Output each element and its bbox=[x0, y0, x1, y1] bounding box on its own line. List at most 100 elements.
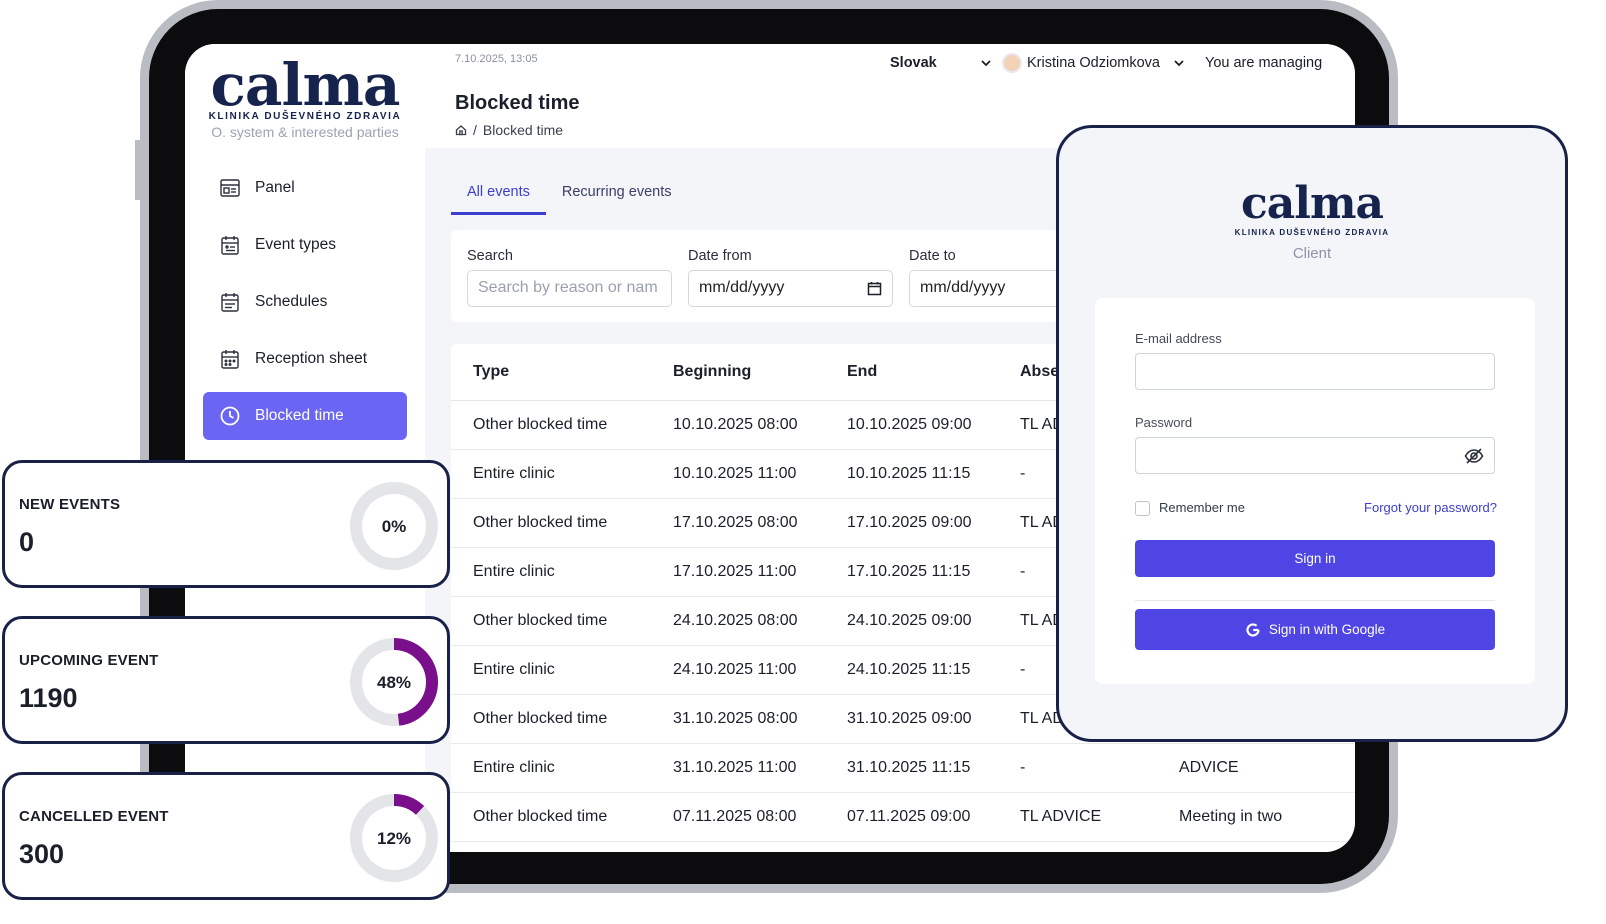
logo-subtitle: KLINIKA DUŠEVNÉHO ZDRAVIA bbox=[208, 111, 402, 122]
remember-label: Remember me bbox=[1159, 500, 1245, 515]
cell-end: 10.10.2025 11:15 bbox=[825, 449, 998, 499]
user-menu[interactable]: Kristina Odziomkova bbox=[1027, 55, 1160, 71]
email-field[interactable] bbox=[1135, 353, 1495, 390]
sidebar-item-reception-sheet[interactable]: Reception sheet bbox=[203, 335, 407, 383]
schedule-icon bbox=[221, 293, 239, 312]
cell-beginning: 10.10.2025 08:00 bbox=[651, 400, 825, 450]
topbar: 7.10.2025, 13:05 Slovak Kristina Odziomk… bbox=[425, 44, 1355, 82]
tab-all-events[interactable]: All events bbox=[451, 174, 546, 215]
breadcrumb-separator: / bbox=[473, 122, 477, 138]
cell-absence: TL ADVICE bbox=[998, 792, 1157, 842]
cell-type: Other blocked time bbox=[451, 498, 651, 548]
cell-type: Entire clinic bbox=[451, 547, 651, 597]
stat-label: NEW EVENTS bbox=[19, 496, 121, 513]
stat-card-cancelled-event[interactable]: CANCELLED EVENT 300 12% bbox=[2, 772, 450, 900]
google-sign-in-label: Sign in with Google bbox=[1268, 622, 1386, 637]
cell-type: Other blocked time bbox=[451, 596, 651, 646]
password-field[interactable] bbox=[1135, 437, 1495, 474]
composite-stage: calma KLINIKA DUŠEVNÉHO ZDRAVIA O. syste… bbox=[0, 0, 1606, 924]
cell-end: 24.10.2025 09:00 bbox=[825, 596, 998, 646]
cell-end: 24.10.2025 11:15 bbox=[825, 645, 998, 695]
sidebar-item-label: Panel bbox=[255, 179, 295, 196]
logo[interactable]: calma KLINIKA DUŠEVNÉHO ZDRAVIA O. syste… bbox=[185, 44, 425, 152]
login-subtitle: Client bbox=[1292, 245, 1332, 262]
cell-beginning: 17.10.2025 11:00 bbox=[651, 547, 825, 597]
stat-card-upcoming-event[interactable]: UPCOMING EVENT 1190 48% bbox=[2, 616, 450, 744]
sidebar-item-label: Schedules bbox=[255, 293, 328, 310]
divider bbox=[1135, 600, 1495, 601]
sidebar-item-schedules[interactable]: Schedules bbox=[203, 278, 407, 326]
avatar[interactable] bbox=[1002, 53, 1022, 73]
breadcrumb: / Blocked time bbox=[455, 122, 563, 138]
reception-icon bbox=[221, 350, 239, 369]
login-form: E-mail address Password Remember me Forg… bbox=[1095, 298, 1535, 684]
donut-percent: 48% bbox=[377, 673, 411, 692]
current-datetime: 7.10.2025, 13:05 bbox=[455, 53, 538, 65]
donut-percent: 12% bbox=[377, 829, 411, 848]
sidebar-item-panel[interactable]: Panel bbox=[203, 164, 407, 212]
chevron-down-icon[interactable] bbox=[980, 57, 992, 69]
search-label: Search bbox=[467, 248, 513, 264]
sidebar-item-blocked-time[interactable]: Blocked time bbox=[203, 392, 407, 440]
eye-off-icon[interactable] bbox=[1464, 447, 1484, 465]
cell-type: Other blocked time bbox=[451, 400, 651, 450]
date-from-value: mm/dd/yyyy bbox=[699, 279, 785, 296]
cell-absence: - bbox=[998, 743, 1157, 793]
forgot-password-link[interactable]: Forgot your password? bbox=[1364, 500, 1497, 515]
sidebar-item-event-types[interactable]: Event types bbox=[203, 221, 407, 269]
search-input[interactable]: Search by reason or nam bbox=[467, 270, 672, 307]
managing-label: You are managing bbox=[1205, 55, 1323, 71]
stat-card-new-events[interactable]: NEW EVENTS 0 0% bbox=[2, 460, 450, 588]
column-header: End bbox=[825, 344, 998, 401]
stat-label: UPCOMING EVENT bbox=[19, 652, 159, 669]
sidebar-nav: Panel Event types Schedules Reception sh… bbox=[203, 164, 407, 449]
language-select[interactable]: Slovak bbox=[890, 55, 937, 71]
cell-type: Other blocked time bbox=[451, 694, 651, 744]
sign-in-button[interactable]: Sign in bbox=[1135, 540, 1495, 577]
cell-beginning: 10.10.2025 11:00 bbox=[651, 449, 825, 499]
cell-beginning: 24.10.2025 11:00 bbox=[651, 645, 825, 695]
cell-type: Other blocked time bbox=[451, 792, 651, 842]
cell-beginning: 07.11.2025 08:00 bbox=[651, 792, 825, 842]
login-logo: calma bbox=[1240, 178, 1384, 229]
cell-end: 31.10.2025 09:00 bbox=[825, 694, 998, 744]
remember-checkbox[interactable] bbox=[1135, 501, 1150, 516]
logo-tagline: O. system & interested parties bbox=[211, 124, 399, 140]
cell-extra: Meeting in two bbox=[1157, 792, 1355, 842]
cell-extra: ADVICE bbox=[1157, 743, 1355, 793]
cell-end: 10.10.2025 09:00 bbox=[825, 400, 998, 450]
password-label: Password bbox=[1135, 415, 1193, 430]
cell-beginning: 31.10.2025 11:00 bbox=[651, 743, 825, 793]
login-logo-subtitle: KLINIKA DUŠEVNÉHO ZDRAVIA bbox=[1234, 228, 1390, 237]
home-icon[interactable] bbox=[455, 124, 467, 136]
donut-percent: 0% bbox=[382, 517, 407, 536]
tablet-side-button bbox=[135, 140, 140, 200]
sidebar-item-label: Blocked time bbox=[255, 407, 344, 424]
calendar-icon[interactable] bbox=[867, 281, 882, 296]
google-sign-in-button[interactable]: Sign in with Google bbox=[1135, 609, 1495, 650]
table-row[interactable]: Other blocked time 07.11.2025 08:00 07.11.… bbox=[451, 792, 1355, 842]
donut-chart: 0% bbox=[350, 482, 438, 570]
cell-beginning: 24.10.2025 08:00 bbox=[651, 596, 825, 646]
clock-icon bbox=[220, 406, 240, 426]
sidebar-item-label: Event types bbox=[255, 236, 336, 253]
cell-type: Entire clinic bbox=[451, 743, 651, 793]
cell-beginning: 31.10.2025 08:00 bbox=[651, 694, 825, 744]
email-label: E-mail address bbox=[1135, 331, 1222, 346]
cell-type: Entire clinic bbox=[451, 645, 651, 695]
cell-end: 17.10.2025 09:00 bbox=[825, 498, 998, 548]
panel-icon bbox=[220, 179, 240, 197]
stat-value: 300 bbox=[19, 839, 65, 869]
tab-recurring-events[interactable]: Recurring events bbox=[546, 174, 688, 215]
page-title: Blocked time bbox=[455, 92, 580, 114]
breadcrumb-current: Blocked time bbox=[482, 122, 564, 138]
cell-end: 17.10.2025 11:15 bbox=[825, 547, 998, 597]
column-header: Beginning bbox=[651, 344, 825, 401]
tab-bar: All events Recurring events bbox=[451, 174, 687, 215]
table-row[interactable]: Entire clinic 31.10.2025 11:00 31.10.2025 … bbox=[451, 743, 1355, 793]
stat-value: 0 bbox=[19, 527, 35, 557]
sidebar-item-label: Reception sheet bbox=[255, 350, 368, 367]
chevron-down-icon[interactable] bbox=[1173, 57, 1185, 69]
date-from-input[interactable]: mm/dd/yyyy bbox=[688, 270, 893, 307]
cell-end: 31.10.2025 11:15 bbox=[825, 743, 998, 793]
